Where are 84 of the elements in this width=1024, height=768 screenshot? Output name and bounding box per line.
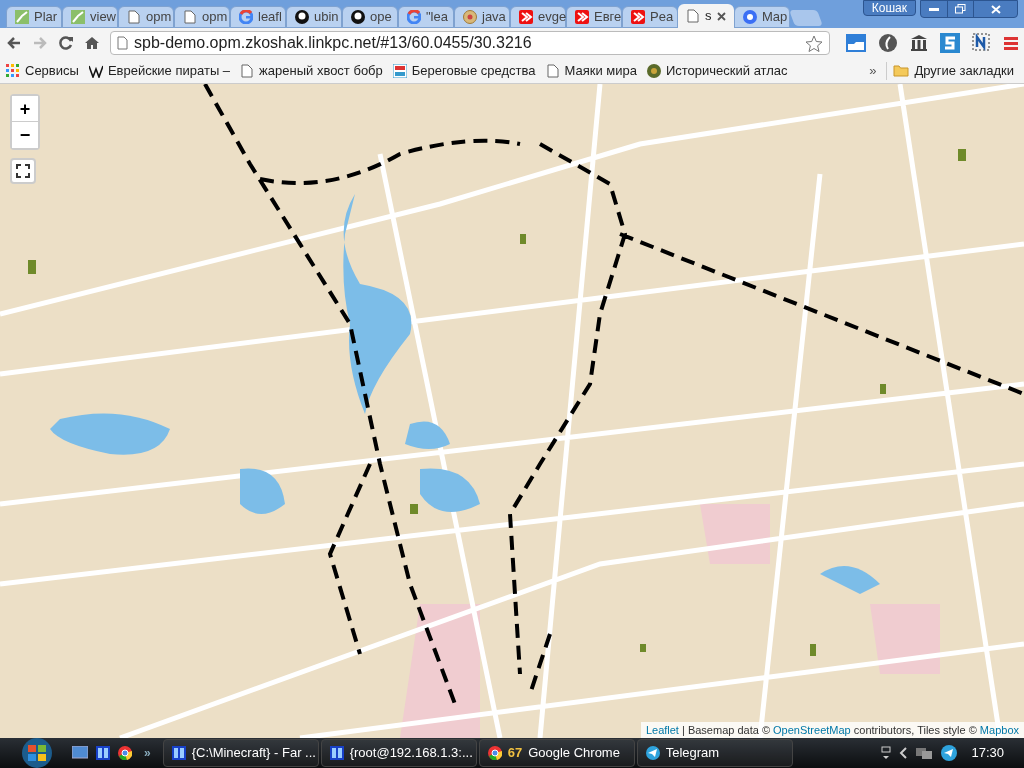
bookmark[interactable]: Исторический атлас xyxy=(646,60,788,81)
profile-button[interactable]: Кошак xyxy=(862,0,916,16)
arrow-icon xyxy=(631,10,645,24)
bookmark[interactable]: Сервисы xyxy=(6,60,79,81)
page-icon xyxy=(183,10,197,24)
folder-icon xyxy=(893,64,910,77)
apps-icon xyxy=(6,63,20,78)
browser-tab[interactable]: view xyxy=(62,6,118,28)
taskbar-button[interactable]: {C:\Minecraft} - Far ... xyxy=(162,739,319,767)
restore-icon xyxy=(955,4,966,14)
browser-tab[interactable]: java xyxy=(454,6,510,28)
network-icon[interactable] xyxy=(915,746,934,760)
bookmark-folder[interactable]: Другие закладки xyxy=(893,60,1014,81)
browser-tab[interactable]: Евге xyxy=(566,6,622,28)
extension-icon[interactable] xyxy=(878,33,898,53)
telegram-icon[interactable] xyxy=(941,745,958,761)
desktop-icon[interactable] xyxy=(72,746,88,760)
page-icon xyxy=(686,9,700,23)
more-button[interactable]: » xyxy=(144,744,151,762)
zoom-in-button[interactable]: + xyxy=(12,96,38,122)
bookmark[interactable]: жареный хвост бобр xyxy=(240,60,383,81)
github-icon xyxy=(351,10,365,24)
close-icon[interactable] xyxy=(717,11,726,21)
window-count: 67 xyxy=(507,744,523,763)
page-icon xyxy=(127,10,141,24)
menu-icon[interactable] xyxy=(1004,36,1018,50)
attribution-link[interactable]: Mapbox xyxy=(979,723,1019,736)
google-icon xyxy=(407,10,421,24)
browser-tab[interactable]: opm xyxy=(174,6,230,28)
taskbar-button[interactable]: Telegram xyxy=(636,739,793,767)
globe-icon xyxy=(463,10,477,24)
back-icon[interactable] xyxy=(6,36,22,50)
google-icon xyxy=(239,10,253,24)
arrow-icon xyxy=(575,10,589,24)
reload-icon[interactable] xyxy=(58,35,74,51)
page-icon xyxy=(240,63,255,78)
museum-icon[interactable] xyxy=(910,34,928,52)
browser-tab[interactable]: ubin xyxy=(286,6,342,28)
extension-icon[interactable] xyxy=(972,33,992,53)
arrow-icon xyxy=(519,10,533,24)
browser-tab[interactable]: evge xyxy=(510,6,566,28)
browser-tab[interactable]: Map xyxy=(734,6,790,28)
bookmark[interactable]: Еврейские пираты – xyxy=(88,60,231,81)
far-icon xyxy=(329,746,344,760)
fullscreen-icon xyxy=(16,164,30,178)
telegram-icon xyxy=(645,746,660,760)
browser-tab[interactable]: leafl xyxy=(230,6,286,28)
attribution-link[interactable]: OpenStreetMap xyxy=(773,723,851,736)
star-icon[interactable] xyxy=(805,34,823,52)
extension-icon[interactable] xyxy=(846,34,866,52)
circle-icon xyxy=(743,10,757,24)
home-icon[interactable] xyxy=(84,35,100,51)
minimize-icon xyxy=(929,7,939,11)
page-icon xyxy=(117,36,128,50)
attribution-link[interactable]: Leaflet xyxy=(645,723,679,736)
browser-tab[interactable]: ope xyxy=(342,6,398,28)
more-bookmarks-button[interactable]: » xyxy=(869,60,877,81)
page-icon xyxy=(545,63,560,78)
extension-icon[interactable] xyxy=(940,33,960,53)
browser-tab[interactable]: Pea xyxy=(622,6,678,28)
bookmark[interactable]: Береговые средства xyxy=(392,60,536,81)
chrome-icon xyxy=(487,746,502,760)
close-icon xyxy=(990,4,1001,14)
chrome-icon[interactable] xyxy=(118,746,132,760)
wikipedia-icon xyxy=(88,63,103,78)
github-icon xyxy=(295,10,309,24)
clock-text[interactable]: 17:30 xyxy=(971,743,1004,763)
fullscreen-button[interactable] xyxy=(10,158,36,184)
map-icon xyxy=(15,10,29,24)
bookmark[interactable]: Маяки мира xyxy=(545,60,637,81)
badge-icon xyxy=(646,63,661,78)
address-text: spb-demo.opm.zkoshak.linkpc.net/#13/60.0455/30.3216 xyxy=(134,33,533,53)
browser-tab[interactable]: "lea xyxy=(398,6,454,28)
browser-tab[interactable]: s xyxy=(678,4,734,28)
chevron-icon[interactable] xyxy=(899,747,908,759)
far-icon xyxy=(171,746,186,760)
taskbar-button[interactable]: 67 Google Chrome xyxy=(478,739,635,767)
browser-tab[interactable]: Plar xyxy=(6,6,62,28)
map-icon xyxy=(71,10,85,24)
taskbar-button[interactable]: {root@192.168.1.3:... xyxy=(320,739,477,767)
browser-tab[interactable]: opm xyxy=(118,6,174,28)
address-bar[interactable]: spb-demo.opm.zkoshak.linkpc.net/#13/60.0455/30.3216 xyxy=(110,31,830,55)
tray-icon[interactable] xyxy=(881,746,892,760)
far-icon[interactable] xyxy=(96,746,110,760)
